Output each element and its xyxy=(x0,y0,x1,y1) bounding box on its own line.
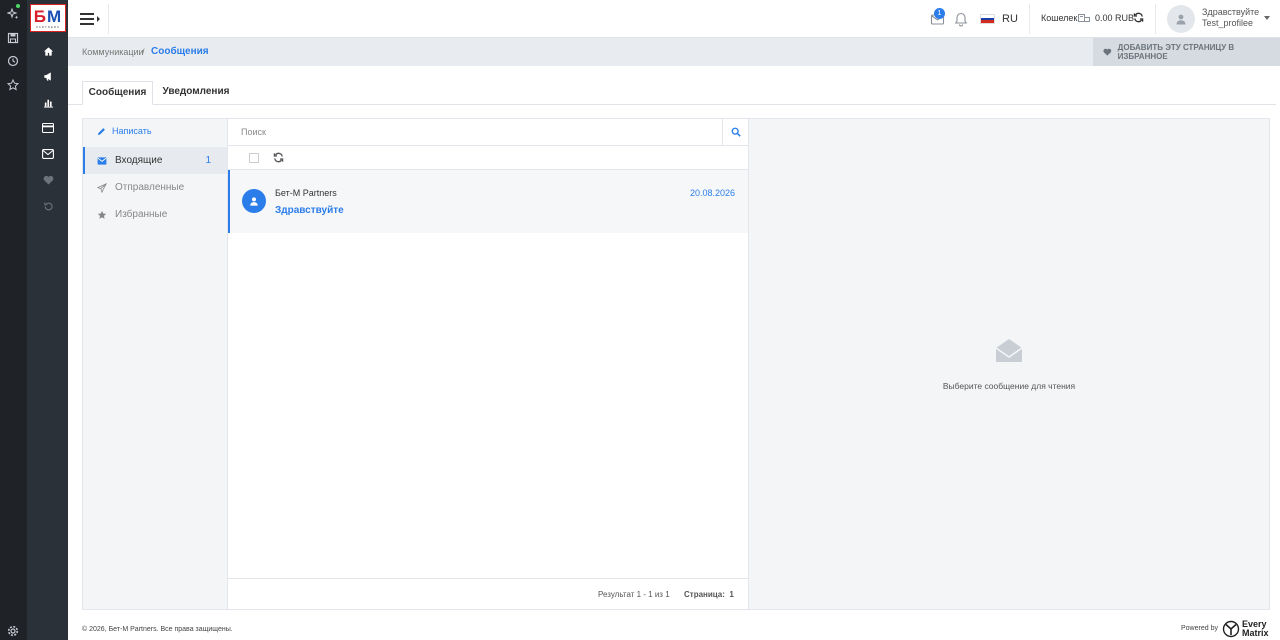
chevron-down-icon[interactable] xyxy=(1264,16,1270,20)
app-strip xyxy=(0,0,27,640)
powered-by-text: Powered by xyxy=(1181,625,1218,632)
breadcrumb-current: Сообщения xyxy=(151,46,209,57)
envelope-icon xyxy=(97,156,107,165)
wallet-label: Кошелек xyxy=(1041,13,1078,23)
page-footer: © 2026, Бет-М Partners. Все права защище… xyxy=(68,618,1280,640)
wallet-balance: 0.00 RUB xyxy=(1095,13,1135,23)
russia-flag-icon[interactable] xyxy=(980,14,995,24)
search-icon xyxy=(731,127,741,137)
star-outline-icon[interactable] xyxy=(4,76,22,94)
refresh-icon[interactable] xyxy=(273,152,284,163)
folder-panel: Написать Входящие 1 Отправленные Избранн… xyxy=(82,118,228,610)
heart-icon[interactable] xyxy=(39,171,57,189)
message-subject[interactable]: Здравствуйте xyxy=(275,205,344,216)
message-row[interactable]: Бет-М Partners 20.08.2026 Здравствуйте xyxy=(228,170,748,233)
menu-toggle-icon[interactable] xyxy=(80,11,102,27)
user-avatar[interactable] xyxy=(1167,5,1195,33)
main-nav: БM PARTNERS xyxy=(27,0,68,640)
list-toolbar xyxy=(228,146,748,170)
tab-messages[interactable]: Сообщения xyxy=(82,81,153,105)
breadcrumb-separator: / xyxy=(142,47,145,57)
clock-icon[interactable] xyxy=(4,52,22,70)
pencil-icon xyxy=(97,127,105,135)
open-envelope-icon xyxy=(995,336,1023,364)
breadcrumb: Коммуникации / Сообщения ДОБАВИТЬ ЭТУ СТ… xyxy=(68,38,1280,66)
everymatrix-logo-text[interactable]: Every Matrix xyxy=(1242,620,1269,638)
envelope-icon[interactable] xyxy=(39,145,57,163)
folder-sent[interactable]: Отправленные xyxy=(83,174,227,201)
sender-avatar xyxy=(242,189,266,213)
inbox-count: 1 xyxy=(205,155,211,166)
history-icon[interactable] xyxy=(39,197,57,215)
megaphone-icon[interactable] xyxy=(39,67,57,85)
brand-logo[interactable]: БM PARTNERS xyxy=(30,4,66,32)
sparkle-icon[interactable] xyxy=(4,5,22,23)
folder-inbox[interactable]: Входящие 1 xyxy=(83,147,227,174)
header-divider xyxy=(1029,4,1030,34)
username: Test_profilee xyxy=(1202,18,1254,28)
bar-chart-icon[interactable] xyxy=(39,93,57,111)
mail-count-badge: 1 xyxy=(934,8,945,19)
copyright-text: © 2026, Бет-М Partners. Все права защище… xyxy=(82,626,233,633)
page-number[interactable]: 1 xyxy=(729,590,733,599)
message-date: 20.08.2026 xyxy=(689,188,735,198)
language-selector[interactable]: RU xyxy=(1002,13,1018,25)
paper-plane-icon xyxy=(97,182,107,193)
home-icon[interactable] xyxy=(39,42,57,60)
top-header: 1 RU Кошелек 0.00 RUB Здравствуйте Test_… xyxy=(68,0,1280,38)
select-all-checkbox[interactable] xyxy=(249,153,259,163)
pagination-footer: Результат 1 - 1 из 1 Страница: 1 xyxy=(228,578,748,610)
search-input[interactable] xyxy=(228,119,722,146)
folder-favorites[interactable]: Избранные xyxy=(83,201,227,228)
breadcrumb-parent-link[interactable]: Коммуникации xyxy=(82,47,144,57)
user-greeting[interactable]: Здравствуйте Test_profilee xyxy=(1202,7,1259,29)
settings-gear-icon[interactable] xyxy=(4,622,22,640)
message-list-panel: Бет-М Partners 20.08.2026 Здравствуйте Р… xyxy=(228,118,749,610)
compose-button[interactable]: Написать xyxy=(97,126,152,136)
refresh-icon[interactable] xyxy=(1133,12,1144,23)
credit-card-icon[interactable] xyxy=(39,119,57,137)
page-indicator: Страница: 1 xyxy=(684,590,734,599)
tab-notifications[interactable]: Уведомления xyxy=(160,81,232,105)
heart-icon xyxy=(1103,48,1112,56)
wallet-icon xyxy=(1078,13,1090,23)
header-divider xyxy=(108,4,109,34)
bell-icon[interactable] xyxy=(954,12,968,27)
user-icon xyxy=(250,197,258,206)
everymatrix-logo-icon[interactable] xyxy=(1222,620,1240,638)
star-icon xyxy=(97,210,107,219)
search-button[interactable] xyxy=(722,119,748,146)
message-reader-panel: Выберите сообщение для чтения xyxy=(749,118,1270,610)
empty-reader-hint: Выберите сообщение для чтения xyxy=(942,381,1076,391)
save-icon[interactable] xyxy=(4,29,22,47)
header-divider xyxy=(1155,4,1156,34)
tab-underline xyxy=(68,104,1276,105)
message-sender: Бет-М Partners xyxy=(275,188,337,198)
add-to-favorites-button[interactable]: ДОБАВИТЬ ЭТУ СТРАНИЦУ В ИЗБРАННОЕ xyxy=(1093,38,1280,66)
result-count: Результат 1 - 1 из 1 xyxy=(598,590,670,599)
